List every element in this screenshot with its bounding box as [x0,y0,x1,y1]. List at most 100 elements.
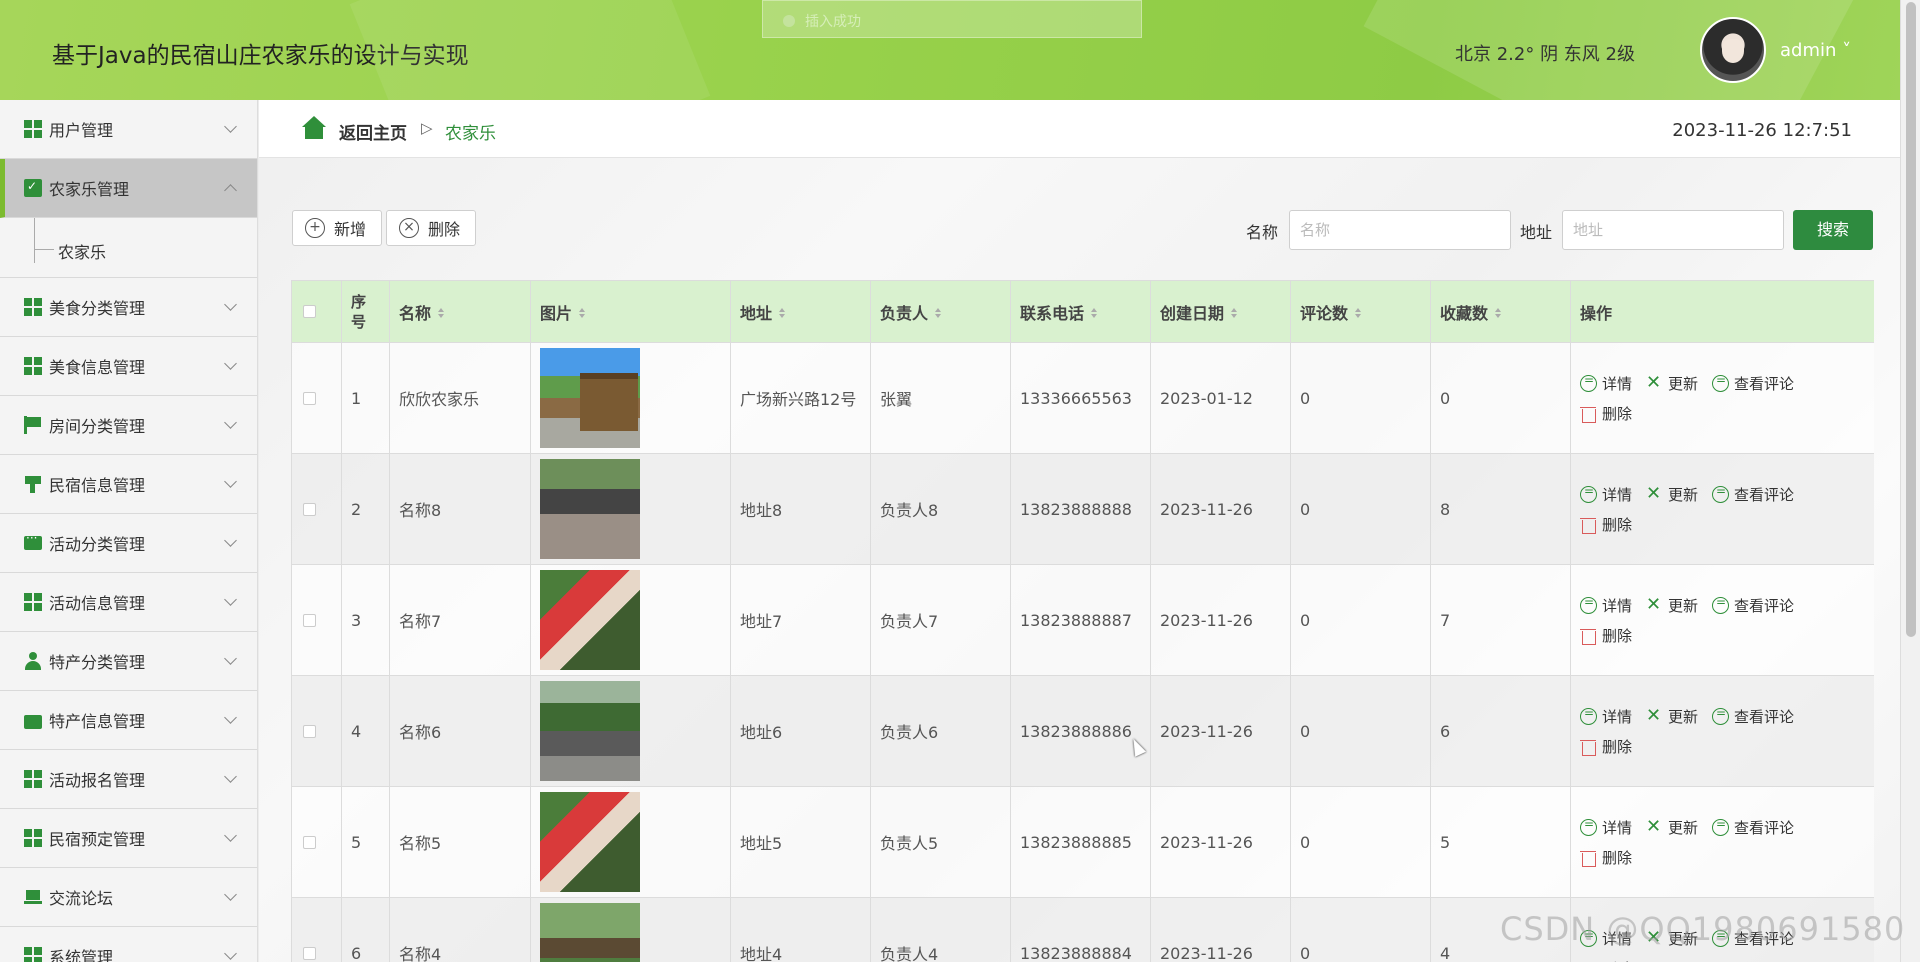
view-comments-button[interactable]: 查看评论 [1712,705,1794,727]
col-manager[interactable]: 负责人 [870,280,1011,343]
action-label: 删除 [1602,737,1633,756]
chevron-down-icon [224,475,237,488]
row-delete-button[interactable]: 删除 [1580,846,1632,868]
sort-icon[interactable] [1495,307,1502,320]
cell-phone: 13823888885 [1010,786,1151,898]
sidebar-item-user-management[interactable]: 用户管理 [0,100,257,159]
view-comments-button[interactable]: 查看评论 [1712,816,1794,838]
sort-icon[interactable] [1355,307,1362,320]
avatar[interactable] [1700,17,1766,83]
col-comments[interactable]: 评论数 [1290,280,1431,343]
view-comments-button[interactable]: 查看评论 [1712,483,1794,505]
farmhouse-photo[interactable] [540,348,640,448]
sidebar-item-system-management[interactable]: 系统管理 [0,927,257,962]
sidebar-item-specialty-category[interactable]: 特产分类管理 [0,632,257,691]
cell-address: 地址8 [730,453,871,565]
search-button[interactable]: 搜索 [1793,210,1873,250]
sidebar-item-homestay-info[interactable]: 民宿信息管理 [0,455,257,514]
detail-button[interactable]: 详情 [1580,705,1632,727]
farmhouse-photo[interactable] [540,570,640,670]
cell-image [530,897,731,962]
detail-button[interactable]: 详情 [1580,816,1632,838]
grid-icon [24,357,42,375]
sidebar-item-food-category[interactable]: 美食分类管理 [0,278,257,337]
view-comments-button[interactable]: 查看评论 [1712,594,1794,616]
comment-icon [1712,484,1730,503]
update-button[interactable]: 更新 [1646,483,1698,505]
cell-image [530,564,731,676]
scrollbar-thumb[interactable] [1906,2,1916,637]
sort-icon[interactable] [579,307,586,320]
cell-manager: 负责人4 [870,897,1011,962]
sidebar-item-room-category[interactable]: 房间分类管理 [0,396,257,455]
sort-icon[interactable] [438,307,445,320]
row-checkbox[interactable] [303,391,316,405]
farmhouse-photo[interactable] [540,903,640,962]
name-search-input[interactable] [1289,210,1511,250]
farmhouse-photo[interactable] [540,792,640,892]
clipboard-icon [24,179,42,197]
sidebar-item-activity-signup[interactable]: 活动报名管理 [0,750,257,809]
cell-date: 2023-11-26 [1150,675,1291,787]
home-icon[interactable] [301,116,327,140]
tools-icon [1646,705,1663,726]
sidebar-item-farmhouse-management[interactable]: 农家乐管理 [0,159,257,218]
farmhouse-photo[interactable] [540,681,640,781]
farmhouse-photo[interactable] [540,459,640,559]
update-button[interactable]: 更新 [1646,705,1698,727]
update-button[interactable]: 更新 [1646,372,1698,394]
row-checkbox[interactable] [303,613,316,627]
update-button[interactable]: 更新 [1646,816,1698,838]
row-checkbox[interactable] [303,946,316,960]
cell-image [530,453,731,565]
sort-icon[interactable] [1231,307,1238,320]
grid-icon [24,947,42,962]
sidebar-item-activity-info[interactable]: 活动信息管理 [0,573,257,632]
sort-icon[interactable] [935,307,942,320]
row-delete-button[interactable]: 删除 [1580,513,1632,535]
cell-manager: 负责人5 [870,786,1011,898]
col-address[interactable]: 地址 [730,280,871,343]
col-phone[interactable]: 联系电话 [1010,280,1151,343]
sidebar-item-activity-category[interactable]: 活动分类管理 [0,514,257,573]
row-delete-button[interactable]: 删除 [1580,957,1632,962]
view-comments-button[interactable]: 查看评论 [1712,372,1794,394]
sidebar-item-homestay-booking[interactable]: 民宿预定管理 [0,809,257,868]
page-scrollbar[interactable] [1900,0,1920,962]
col-favorites[interactable]: 收藏数 [1430,280,1571,343]
sort-icon[interactable] [1091,307,1098,320]
sidebar-item-food-info[interactable]: 美食信息管理 [0,337,257,396]
sidebar-item-label: 活动报名管理 [49,771,146,790]
col-created-date[interactable]: 创建日期 [1150,280,1291,343]
sidebar-item-specialty-info[interactable]: 特产信息管理 [0,691,257,750]
detail-button[interactable]: 详情 [1580,483,1632,505]
action-label: 删除 [1602,958,1632,962]
chevron-down-icon [224,652,237,665]
add-button[interactable]: + 新增 [292,210,382,246]
row-actions: 详情 更新 查看评论删除 [1580,705,1840,757]
col-image[interactable]: 图片 [530,280,731,343]
sidebar-item-forum[interactable]: 交流论坛 [0,868,257,927]
cell-actions: 详情 更新 查看评论删除 [1570,564,1874,676]
action-label: 详情 [1602,707,1633,726]
sidebar-subitem-farmhouse[interactable]: 农家乐 [0,218,257,278]
row-checkbox[interactable] [303,724,316,738]
detail-button[interactable]: 详情 [1580,594,1632,616]
col-name[interactable]: 名称 [389,280,531,343]
select-all-checkbox[interactable] [303,305,316,318]
action-label: 查看评论 [1734,707,1795,726]
main-content: 返回主页 ▷ 农家乐 2023-11-26 12:7:51 + 新增 × 删除 名称… [259,100,1900,962]
row-checkbox[interactable] [303,502,316,516]
sort-icon[interactable] [779,307,786,320]
breadcrumb-home[interactable]: 返回主页 [339,119,407,144]
row-checkbox[interactable] [303,835,316,849]
detail-button[interactable]: 详情 [1580,372,1632,394]
delete-button[interactable]: × 删除 [386,210,476,246]
row-delete-button[interactable]: 删除 [1580,735,1632,757]
address-search-input[interactable] [1562,210,1784,250]
row-delete-button[interactable]: 删除 [1580,402,1632,424]
row-delete-button[interactable]: 删除 [1580,624,1632,646]
update-button[interactable]: 更新 [1646,594,1698,616]
action-label: 详情 [1602,485,1633,504]
user-menu[interactable]: admin ˅ [1780,40,1851,61]
